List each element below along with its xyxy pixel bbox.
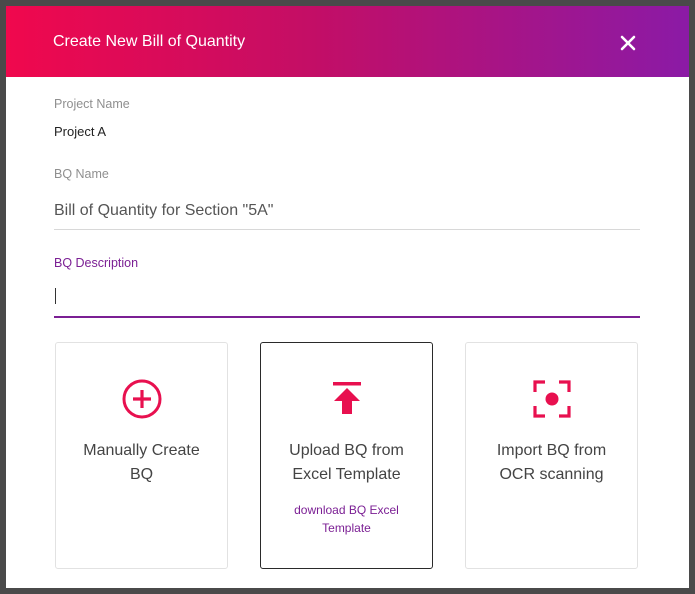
project-name-label: Project Name xyxy=(54,97,130,111)
upload-icon xyxy=(327,379,367,419)
bq-name-input[interactable] xyxy=(54,193,640,230)
scan-icon xyxy=(532,379,572,419)
text-caret xyxy=(55,288,56,304)
project-name-value: Project A xyxy=(54,124,107,139)
dialog-title: Create New Bill of Quantity xyxy=(53,33,246,50)
close-icon[interactable] xyxy=(615,30,641,56)
create-bq-dialog: Create New Bill of Quantity Project Name… xyxy=(6,6,689,588)
import-ocr-option[interactable]: Import BQ from OCR scanning xyxy=(465,342,638,569)
bq-description-label: BQ Description xyxy=(54,256,139,270)
manually-create-bq-option[interactable]: Manually Create BQ xyxy=(55,342,228,569)
add-circle-icon xyxy=(122,379,162,419)
manually-create-bq-label: Manually Create BQ xyxy=(83,442,200,483)
download-excel-template-link[interactable]: download BQ Excel Template xyxy=(261,501,432,537)
import-ocr-label: Import BQ from OCR scanning xyxy=(496,442,607,483)
upload-excel-template-option[interactable]: Upload BQ from Excel Template download B… xyxy=(260,342,433,569)
upload-excel-template-label: Upload BQ from Excel Template xyxy=(289,442,404,483)
bq-name-label: BQ Name xyxy=(54,167,109,181)
bq-description-input[interactable] xyxy=(54,280,640,318)
dialog-header: Create New Bill of Quantity xyxy=(6,6,689,77)
